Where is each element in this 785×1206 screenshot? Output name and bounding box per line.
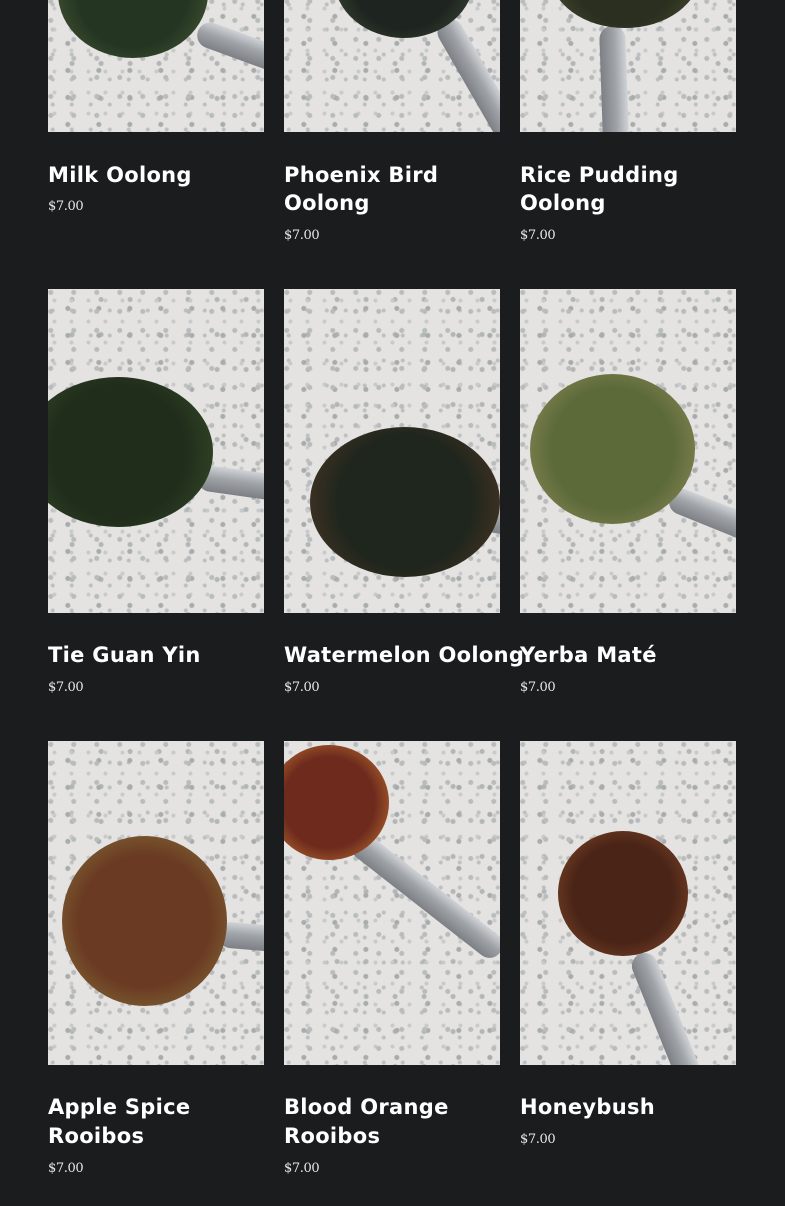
product-name-line2[interactable]: Rooibos [48,1122,144,1150]
product-price: $7.00 [520,680,556,695]
product-name[interactable]: Honeybush [520,1093,655,1121]
scoop-handle [627,949,705,1065]
product-image[interactable] [284,741,500,1065]
product-grid: Milk Oolong $7.00 Phoenix Bird Oolong $7… [0,0,785,1206]
product-card-rice-pudding-oolong[interactable]: Rice Pudding Oolong $7.00 [520,0,736,243]
product-name[interactable]: Blood Orange [284,1093,449,1121]
scoop-handle [599,25,630,132]
product-image[interactable] [284,289,500,613]
product-price: $7.00 [284,1161,320,1176]
scoop-handle [345,828,500,964]
tea-leaves-photo-icon [530,374,695,524]
product-name[interactable]: Tie Guan Yin [48,641,201,669]
product-image[interactable] [520,0,736,132]
product-price: $7.00 [520,1132,556,1147]
product-name[interactable]: Rice Pudding [520,161,679,189]
product-name-line2[interactable]: Rooibos [284,1122,380,1150]
product-name[interactable]: Yerba Maté [520,641,657,669]
product-image[interactable] [520,741,736,1065]
product-name[interactable]: Watermelon Oolong [284,641,524,669]
product-card-blood-orange-rooibos[interactable]: Blood Orange Rooibos $7.00 [284,741,500,1176]
product-card-phoenix-bird-oolong[interactable]: Phoenix Bird Oolong $7.00 [284,0,500,243]
product-name-line2[interactable]: Oolong [520,189,606,217]
product-price: $7.00 [284,228,320,243]
product-name[interactable]: Phoenix Bird [284,161,438,189]
product-card-yerba-mate[interactable]: Yerba Maté $7.00 [520,289,736,695]
product-image[interactable] [48,0,264,132]
product-price: $7.00 [48,680,84,695]
product-card-milk-oolong[interactable]: Milk Oolong $7.00 [48,0,264,214]
product-image[interactable] [520,289,736,613]
tea-leaves-photo-icon [48,377,213,527]
product-image[interactable] [48,289,264,613]
tea-leaves-photo-icon [62,836,227,1006]
product-price: $7.00 [48,199,84,214]
product-price: $7.00 [284,680,320,695]
tea-leaves-photo-icon [550,0,700,28]
product-card-honeybush[interactable]: Honeybush $7.00 [520,741,736,1147]
tea-leaves-photo-icon [558,831,688,956]
product-price: $7.00 [520,228,556,243]
scoop-handle [193,18,264,85]
product-name[interactable]: Apple Spice [48,1093,190,1121]
product-price: $7.00 [48,1161,84,1176]
product-name-line2[interactable]: Oolong [284,189,370,217]
product-image[interactable] [284,0,500,132]
product-name[interactable]: Milk Oolong [48,161,192,189]
product-image[interactable] [48,741,264,1065]
scoop-handle [432,14,500,132]
product-card-tie-guan-yin[interactable]: Tie Guan Yin $7.00 [48,289,264,695]
tea-leaves-photo-icon [310,427,500,577]
product-card-apple-spice-rooibos[interactable]: Apple Spice Rooibos $7.00 [48,741,264,1176]
product-card-watermelon-oolong[interactable]: Watermelon Oolong $7.00 [284,289,524,695]
tea-leaves-photo-icon [58,0,208,58]
